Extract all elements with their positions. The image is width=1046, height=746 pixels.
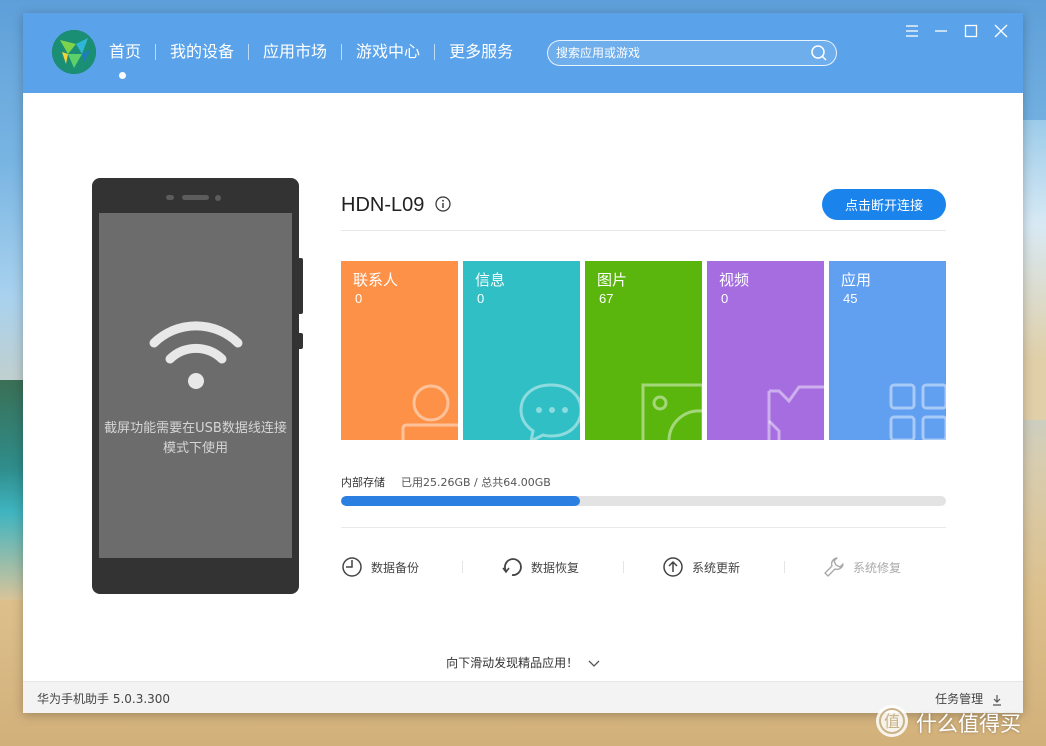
storage-usage-text: 已用25.26GB / 总共64.00GB bbox=[401, 476, 551, 489]
storage-label: 内部存储 bbox=[341, 476, 385, 489]
backup-icon bbox=[342, 557, 362, 577]
app-logo bbox=[52, 30, 96, 74]
system-update-button[interactable]: 系统更新 bbox=[662, 555, 740, 579]
video-icon bbox=[767, 385, 824, 440]
active-nav-indicator bbox=[119, 72, 126, 79]
phone-illustration: 截屏功能需要在USB数据线连接模式下使用 bbox=[92, 178, 303, 594]
action-label: 数据恢复 bbox=[531, 560, 580, 575]
tile-videos[interactable]: 视频 0 bbox=[707, 261, 824, 440]
search-box bbox=[547, 40, 837, 66]
watermark-text: 什么值得买 bbox=[916, 712, 1021, 736]
action-label: 数据备份 bbox=[371, 560, 420, 575]
app-version: 华为手机助手 5.0.3.300 bbox=[37, 692, 171, 706]
storage-progress-fill bbox=[341, 496, 580, 506]
search-input[interactable] bbox=[556, 44, 806, 62]
app-window: 首页 我的设备 应用市场 游戏中心 更多服务 搜索应用或游戏 截屏功能需要在US… bbox=[23, 13, 1023, 713]
restore-button[interactable]: 数据恢复 bbox=[501, 555, 579, 579]
scroll-hint-label: 向下滑动发现精品应用！ bbox=[446, 656, 579, 670]
picture-icon bbox=[641, 383, 702, 440]
main-nav: 首页 我的设备 应用市场 游戏中心 更多服务 bbox=[107, 41, 527, 63]
phone-side-button bbox=[299, 258, 303, 314]
contact-icon bbox=[401, 384, 458, 440]
phone-side-button bbox=[299, 333, 303, 349]
status-bar: 华为手机助手 5.0.3.300 任务管理 bbox=[23, 681, 1023, 713]
phone-screen: 截屏功能需要在USB数据线连接模式下使用 bbox=[99, 213, 292, 558]
divider bbox=[341, 230, 946, 231]
phone-camera bbox=[215, 195, 221, 201]
storage-progress-bar bbox=[341, 496, 946, 506]
tile-pictures[interactable]: 图片 67 bbox=[585, 261, 702, 440]
action-label: 系统更新 bbox=[692, 560, 741, 575]
watermark-logo-icon: 值 bbox=[876, 705, 908, 737]
phone-speaker bbox=[182, 195, 209, 200]
divider bbox=[341, 527, 946, 528]
nav-home[interactable]: 首页 bbox=[107, 41, 155, 63]
svg-text:值: 值 bbox=[884, 712, 900, 731]
title-bar: 首页 我的设备 应用市场 游戏中心 更多服务 bbox=[23, 13, 1023, 93]
scroll-hint[interactable]: 向下滑动发现精品应用！ bbox=[23, 654, 1023, 671]
chevron-down-icon bbox=[588, 660, 600, 667]
disconnect-button[interactable]: 点击断开连接 bbox=[822, 189, 946, 220]
screenshot-unavailable-message: 截屏功能需要在USB数据线连接模式下使用 bbox=[104, 421, 287, 456]
phone-sensor bbox=[166, 195, 174, 200]
restore-icon bbox=[502, 558, 522, 576]
action-separator bbox=[462, 561, 463, 573]
nav-game-center[interactable]: 游戏中心 bbox=[342, 41, 434, 63]
action-separator bbox=[623, 561, 624, 573]
system-repair-button[interactable]: 系统修复 bbox=[823, 555, 901, 579]
update-icon bbox=[663, 557, 683, 577]
maximize-icon[interactable] bbox=[962, 22, 980, 40]
backup-button[interactable]: 数据备份 bbox=[341, 555, 419, 579]
nav-more-services[interactable]: 更多服务 bbox=[435, 41, 527, 63]
wifi-icon bbox=[149, 321, 243, 389]
watermark: 值 什么值得买 bbox=[874, 703, 1040, 739]
apps-icon bbox=[889, 383, 946, 440]
wrench-icon bbox=[824, 557, 844, 577]
nav-my-device[interactable]: 我的设备 bbox=[156, 41, 248, 63]
search-icon[interactable] bbox=[810, 44, 828, 62]
action-separator bbox=[784, 561, 785, 573]
message-icon bbox=[519, 383, 580, 440]
device-model-name: HDN-L09 bbox=[341, 194, 425, 216]
tile-messages[interactable]: 信息 0 bbox=[463, 261, 580, 440]
close-icon[interactable] bbox=[992, 22, 1010, 40]
nav-app-market[interactable]: 应用市场 bbox=[249, 41, 341, 63]
menu-icon[interactable] bbox=[903, 22, 921, 40]
tile-contacts[interactable]: 联系人 0 bbox=[341, 261, 458, 440]
tile-apps[interactable]: 应用 45 bbox=[829, 261, 946, 440]
action-label: 系统修复 bbox=[853, 560, 902, 575]
info-icon[interactable] bbox=[435, 196, 451, 212]
minimize-icon[interactable] bbox=[932, 22, 950, 40]
